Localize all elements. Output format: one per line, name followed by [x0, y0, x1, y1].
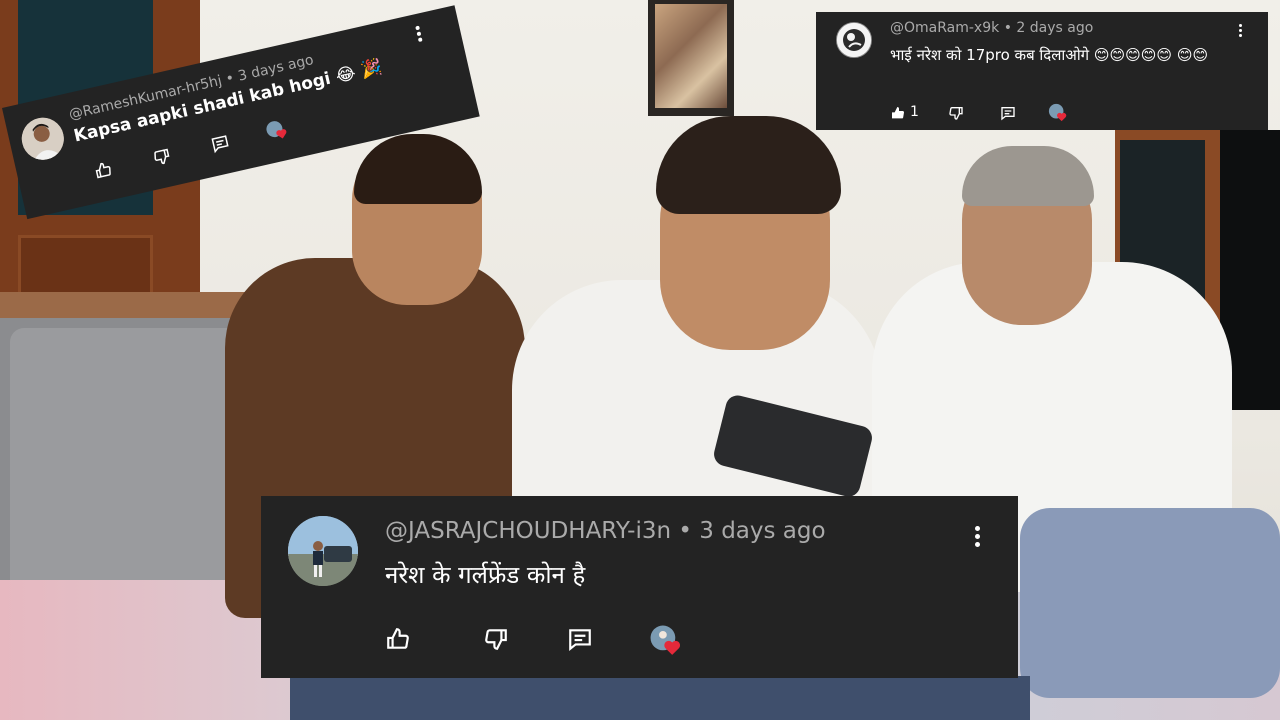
reply-icon[interactable] — [1000, 105, 1016, 121]
comment-actions: 1 — [890, 103, 1090, 126]
more-vertical-icon[interactable] — [974, 526, 980, 548]
comment-meta: @OmaRam-x9k • 2 days ago — [890, 20, 1093, 36]
comment-text: भाई नरेश को 17pro कब दिलाओगे 😊😊😊😊😊 😊😊 — [890, 46, 1209, 64]
thumbs-up-icon[interactable] — [890, 105, 906, 121]
avatar-image — [837, 23, 871, 57]
thumbs-down-icon[interactable] — [151, 146, 173, 168]
meta-separator: • — [224, 70, 236, 88]
comment-text: नरेश के गर्लफ्रेंड कोन है — [385, 561, 586, 589]
comment-time[interactable]: 3 days ago — [699, 518, 825, 544]
reply-icon[interactable] — [210, 133, 232, 155]
more-vertical-icon[interactable] — [414, 25, 424, 44]
comment-card-omaram: @OmaRam-x9k • 2 days ago भाई नरेश को 17p… — [816, 12, 1268, 130]
avatar-image — [288, 516, 358, 586]
comment-actions — [385, 624, 705, 655]
avatar[interactable] — [288, 516, 358, 586]
avatar[interactable] — [17, 113, 68, 164]
meta-separator: • — [678, 518, 692, 544]
thumbs-up-icon[interactable] — [385, 626, 411, 652]
comment-handle[interactable]: @OmaRam-x9k — [890, 20, 999, 36]
wall-photo-frame — [648, 0, 734, 116]
comment-handle[interactable]: @JASRAJCHOUDHARY-i3n — [385, 518, 671, 544]
more-vertical-icon[interactable] — [1238, 24, 1244, 40]
meta-separator: • — [1003, 20, 1012, 36]
creator-heart-icon[interactable] — [264, 118, 290, 144]
creator-heart-icon[interactable] — [1048, 103, 1068, 123]
comment-card-jasraj: @JASRAJCHOUDHARY-i3n • 3 days ago नरेश क… — [261, 496, 1018, 678]
avatar[interactable] — [836, 22, 872, 58]
comment-time[interactable]: 2 days ago — [1016, 20, 1093, 36]
comment-meta: @JASRAJCHOUDHARY-i3n • 3 days ago — [385, 518, 826, 544]
reply-icon[interactable] — [567, 626, 593, 652]
creator-heart-icon[interactable] — [649, 624, 683, 658]
thumbs-down-icon[interactable] — [483, 626, 509, 652]
like-count: 1 — [910, 104, 919, 120]
thumbs-up-icon[interactable] — [93, 159, 115, 181]
avatar-image — [17, 113, 68, 164]
thumbs-down-icon[interactable] — [948, 105, 964, 121]
